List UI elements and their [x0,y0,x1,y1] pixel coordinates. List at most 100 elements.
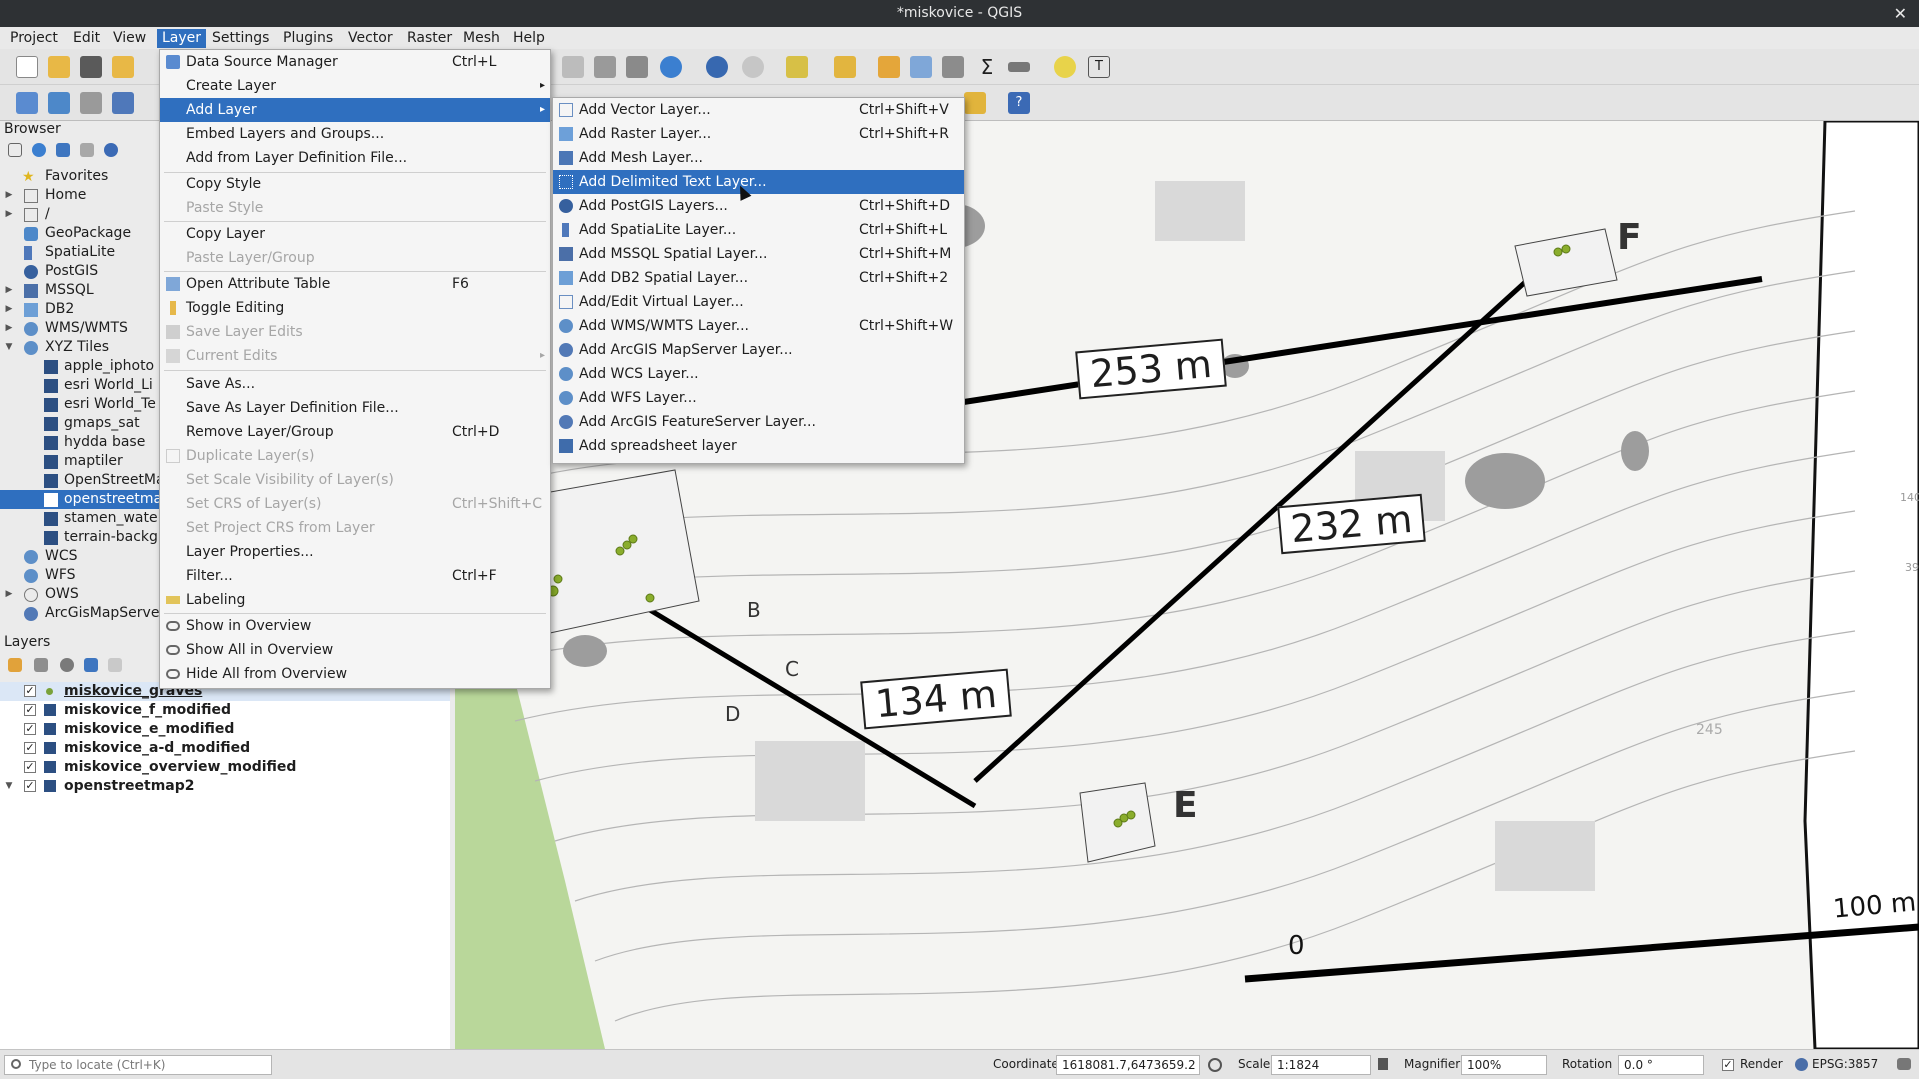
data-source-manager-icon[interactable] [16,92,38,114]
menu-item-add-mssql-layer[interactable]: Add MSSQL Spatial Layer... Ctrl+Shift+M [553,242,964,266]
browser-item-wfs[interactable]: WFS [0,566,160,585]
menu-item-copy-layer[interactable]: Copy Layer [160,222,550,246]
browser-item-tile[interactable]: esri World_Te [0,395,160,414]
browser-item-tile[interactable]: apple_iphoto [0,357,160,376]
browser-item-ows[interactable]: ▶ OWS [0,585,160,604]
menu-item-hide-all-from-overview[interactable]: Hide All from Overview [160,662,550,686]
menu-item-open-attribute-table[interactable]: Open Attribute Table F6 [160,272,550,296]
expand-arrow-icon[interactable]: ▶ [4,319,14,338]
text-annotation-icon[interactable]: T [1088,56,1110,78]
collapse-all-icon[interactable] [80,143,94,157]
magnifier-field[interactable]: 100% [1461,1055,1547,1075]
menu-item-filter[interactable]: Filter... Ctrl+F [160,564,550,588]
menu-item-add-postgis-layers[interactable]: Add PostGIS Layers... Ctrl+Shift+D [553,194,964,218]
menu-item-add-arcgis-featureserver-layer[interactable]: Add ArcGIS FeatureServer Layer... [553,410,964,434]
menu-item-show-in-overview[interactable]: Show in Overview [160,614,550,638]
select-by-value-icon[interactable] [834,56,856,78]
browser-item-geopackage[interactable]: GeoPackage [0,224,160,243]
save-as-icon[interactable] [112,56,134,78]
identify-icon[interactable] [706,56,728,78]
menu-view[interactable]: View [108,29,151,48]
browser-item-spatialite[interactable]: SpatiaLite [0,243,160,262]
menu-item-add-virtual-layer[interactable]: Add/Edit Virtual Layer... [553,290,964,314]
info-icon[interactable] [104,143,118,157]
menu-layer[interactable]: Layer [157,29,207,48]
crs-icon[interactable] [1795,1058,1808,1071]
browser-item-tile[interactable]: hydda base [0,433,160,452]
save-project-icon[interactable] [80,56,102,78]
menu-item-add-mesh-layer[interactable]: Add Mesh Layer... [553,146,964,170]
browser-item-home[interactable]: ▶ Home [0,186,160,205]
browser-item-tile[interactable]: maptiler [0,452,160,471]
digitize-icon[interactable] [112,92,134,114]
filter-icon[interactable] [56,143,70,157]
browser-item-tile[interactable]: gmaps_sat [0,414,160,433]
menu-item-toggle-editing[interactable]: Toggle Editing [160,296,550,320]
menu-mesh[interactable]: Mesh [458,29,505,48]
browser-item-tile[interactable]: esri World_Li [0,376,160,395]
menu-project[interactable]: Project [5,29,63,48]
field-calculator-icon[interactable] [942,56,964,78]
browser-item-tile[interactable]: terrain-backg [0,528,160,547]
collapse-arrow-icon[interactable]: ▼ [4,777,14,796]
rotation-field[interactable]: 0.0 ° [1618,1055,1704,1075]
locator-search-input[interactable]: Type to locate (Ctrl+K) [4,1055,272,1075]
expand-all-icon[interactable] [108,658,122,672]
attribute-table-icon[interactable] [910,56,932,78]
new-project-icon[interactable] [16,56,38,78]
python-icon[interactable] [964,92,986,114]
menu-raster[interactable]: Raster [402,29,457,48]
menu-settings[interactable]: Settings [207,29,274,48]
zoom-icon[interactable] [742,56,764,78]
render-checkbox[interactable]: ✓ [1722,1059,1734,1071]
menu-item-add-delimited-text-layer[interactable]: Add Delimited Text Layer... [553,170,964,194]
help-icon[interactable]: ? [1008,92,1030,114]
filter-icon[interactable] [84,658,98,672]
layer-checkbox[interactable]: ✓ [24,780,36,792]
browser-item-tile-selected[interactable]: openstreetma [0,490,160,509]
refresh-icon[interactable] [660,56,682,78]
style-icon[interactable] [8,658,22,672]
menu-item-add-wms-layer[interactable]: Add WMS/WMTS Layer... Ctrl+Shift+W [553,314,964,338]
layer-checkbox[interactable]: ✓ [24,704,36,716]
crs-label[interactable]: EPSG:3857 [1812,1057,1878,1071]
expand-arrow-icon[interactable]: ▶ [4,585,14,604]
menu-item-create-layer[interactable]: Create Layer ▸ [160,74,550,98]
messages-icon[interactable] [1897,1058,1911,1070]
statistics-icon[interactable]: Σ [976,56,998,78]
menu-item-show-all-in-overview[interactable]: Show All in Overview [160,638,550,662]
deselect-icon[interactable] [878,56,900,78]
new-geopackage-icon[interactable] [48,92,70,114]
layer-row[interactable]: ✓ miskovice_a-d_modified [0,739,450,758]
menu-edit[interactable]: Edit [68,29,105,48]
new-map-view-icon[interactable] [562,56,584,78]
refresh-icon[interactable] [32,143,46,157]
browser-item-wcs[interactable]: WCS [0,547,160,566]
lock-icon[interactable] [1378,1058,1388,1070]
menu-item-layer-properties[interactable]: Layer Properties... [160,540,550,564]
expand-arrow-icon[interactable]: ▶ [4,186,14,205]
expand-arrow-icon[interactable]: ▶ [4,205,14,224]
menu-item-add-spreadsheet-layer[interactable]: Add spreadsheet layer [553,434,964,458]
menu-item-save-as-definition[interactable]: Save As Layer Definition File... [160,396,550,420]
layer-row[interactable]: ✓ miskovice_f_modified [0,701,450,720]
menu-item-embed-layers[interactable]: Embed Layers and Groups... [160,122,550,146]
layer-checkbox[interactable]: ✓ [24,742,36,754]
browser-item-arcgis[interactable]: ArcGisMapServe [0,604,160,623]
menu-item-copy-style[interactable]: Copy Style [160,172,550,196]
menu-item-add-from-definition[interactable]: Add from Layer Definition File... [160,146,550,170]
browser-item-tile[interactable]: OpenStreetMa [0,471,160,490]
layer-checkbox[interactable]: ✓ [24,761,36,773]
open-project-icon[interactable] [48,56,70,78]
select-features-icon[interactable] [786,56,808,78]
show-bookmarks-icon[interactable] [626,56,648,78]
layer-row[interactable]: ✓ miskovice_e_modified [0,720,450,739]
menu-item-labeling[interactable]: Labeling [160,588,550,612]
new-shapefile-icon[interactable] [80,92,102,114]
layer-checkbox[interactable]: ✓ [24,723,36,735]
expand-arrow-icon[interactable]: ▶ [4,300,14,319]
add-group-icon[interactable] [34,658,48,672]
expand-arrow-icon[interactable]: ▶ [4,281,14,300]
browser-item-mssql[interactable]: ▶ MSSQL [0,281,160,300]
browser-item-db2[interactable]: ▶ DB2 [0,300,160,319]
